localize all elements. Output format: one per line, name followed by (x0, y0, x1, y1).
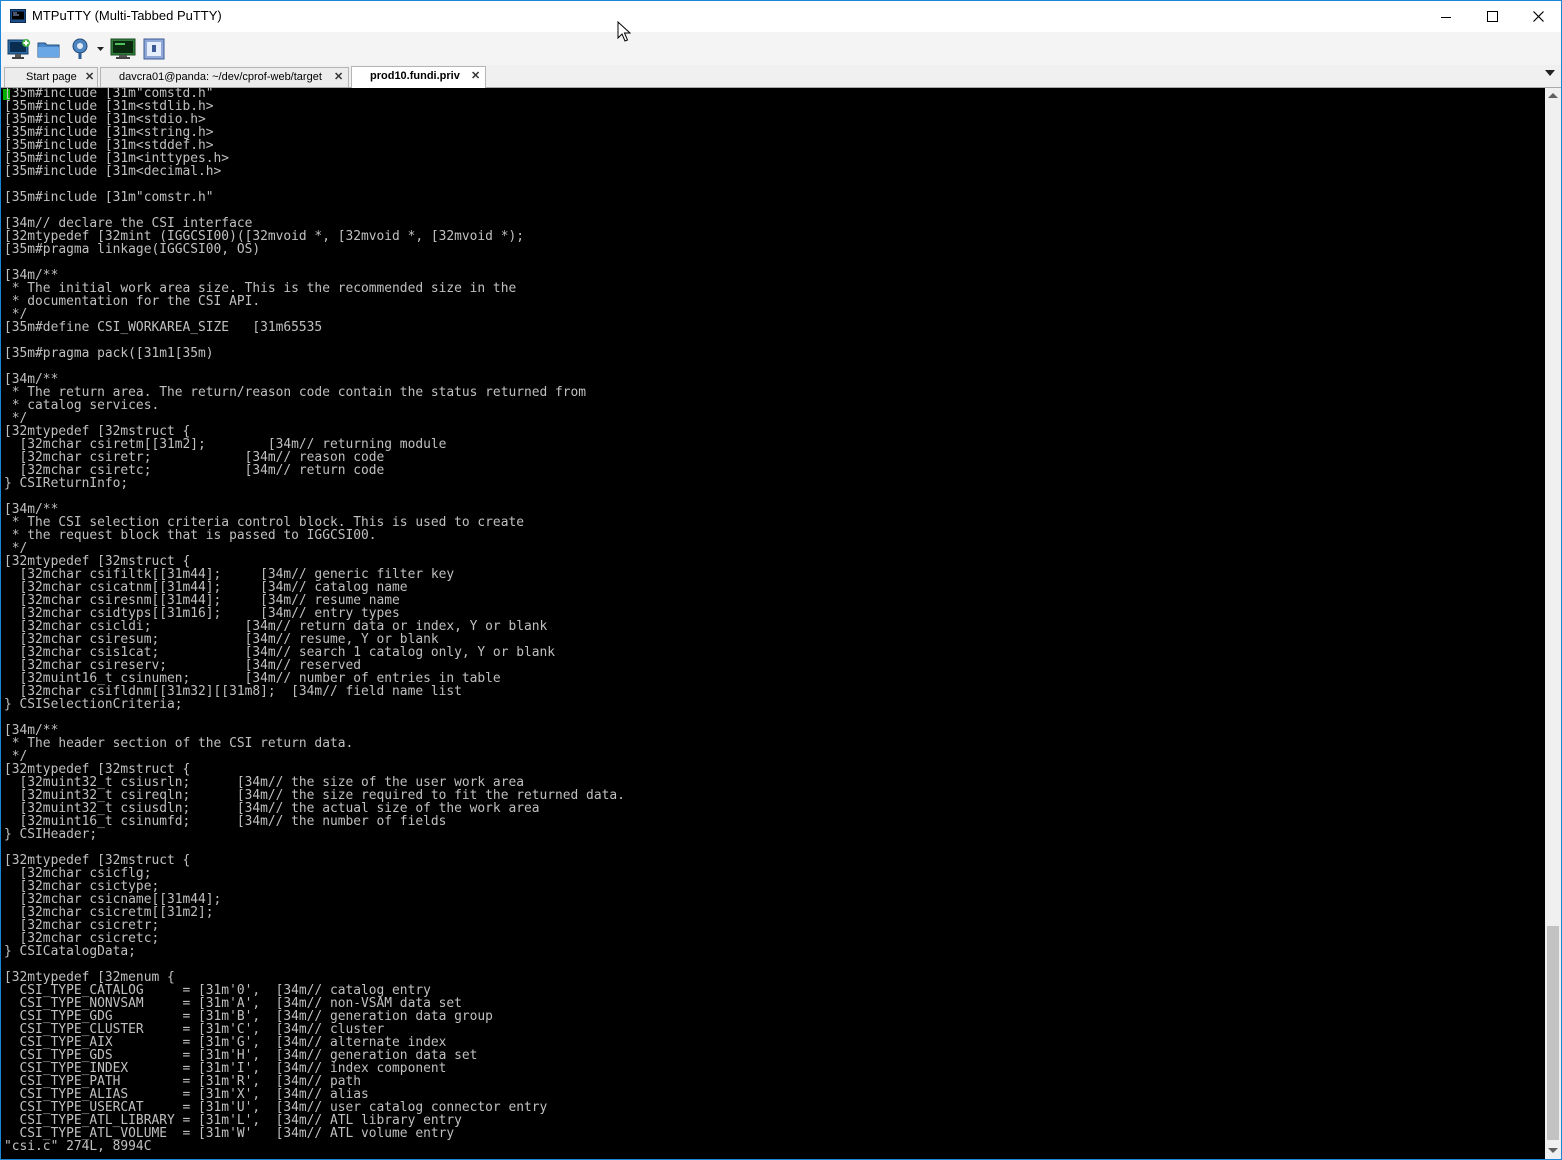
tab-start-page[interactable]: Start page ✕ (4, 67, 98, 87)
settings-dropdown-button[interactable] (93, 36, 107, 62)
tab-label: davcra01@panda: ~/dev/cprof-web/target (119, 71, 322, 83)
close-button[interactable] (1515, 1, 1561, 32)
scrollbar-thumb[interactable] (1547, 926, 1559, 1140)
settings-button[interactable] (67, 36, 93, 62)
terminal-line: * The header section of the CSI return d… (4, 736, 354, 751)
tab-close-icon[interactable]: ✕ (471, 69, 480, 82)
minimize-icon (1441, 16, 1451, 18)
terminal-line: [32muint16_t csinumfd; [34m// the number… (4, 814, 447, 829)
terminal-line: [35m#include [31m<decimal.h> (4, 164, 222, 179)
terminal-line: [35m#pragma pack([31m1[35m) (4, 346, 214, 361)
maximize-button[interactable] (1469, 1, 1515, 32)
tab-close-icon[interactable]: ✕ (334, 70, 343, 83)
putty-app-icon (10, 9, 26, 23)
terminal-button[interactable] (110, 36, 136, 62)
script-button[interactable] (141, 36, 167, 62)
tab-label: prod10.fundi.priv (370, 70, 460, 82)
settings-icon (72, 38, 88, 59)
window-title: MTPuTTY (Multi-Tabbed PuTTY) (32, 8, 222, 23)
terminal-line: "csi.c" 274L, 8994C (4, 1139, 152, 1154)
script-icon (143, 38, 165, 60)
vertical-scrollbar[interactable] (1545, 88, 1561, 1159)
terminal-line: [35m#pragma linkage(IGGCSI00, OS) (4, 242, 261, 257)
terminal-line: } CSIReturnInfo; (4, 476, 129, 491)
dropdown-arrow-icon (96, 46, 104, 51)
terminal-line: [35m#define CSI_WORKAREA_SIZE [31m65535 (4, 320, 323, 335)
terminal-text: [35m#include [31m"comstd.h" [35m#include … (4, 88, 625, 1159)
minimize-button[interactable] (1423, 1, 1469, 32)
open-folder-button[interactable] (36, 36, 62, 62)
tab-davcra01-panda[interactable]: davcra01@panda: ~/dev/cprof-web/target ✕ (100, 67, 349, 87)
app-window: MTPuTTY (Multi-Tabbed PuTTY) Start page … (0, 0, 1562, 1160)
open-folder-icon (37, 42, 60, 58)
tab-label: Start page (26, 71, 77, 83)
terminal-line: * catalog services. (4, 398, 160, 413)
scroll-up-icon[interactable] (1548, 93, 1558, 98)
terminal-line: * documentation for the CSI API. (4, 294, 261, 309)
tab-close-icon[interactable]: ✕ (85, 70, 94, 83)
terminal-line: * the request block that is passed to IG… (4, 528, 377, 543)
terminal-line: [35m#include [31m"comstr.h" (4, 190, 214, 205)
terminal-line: } CSISelectionCriteria; (4, 697, 183, 712)
scroll-down-icon[interactable] (1548, 1148, 1558, 1153)
terminal-line: } CSIHeader; (4, 827, 98, 842)
tab-bar: Start page ✕ davcra01@panda: ~/dev/cprof… (1, 65, 1561, 88)
new-session-button[interactable] (6, 36, 32, 62)
terminal-icon (110, 38, 136, 59)
tab-list-dropdown-icon[interactable] (1545, 70, 1555, 76)
terminal-line: } CSICatalogData; (4, 944, 136, 959)
tab-prod10-fundi-priv[interactable]: prod10.fundi.priv ✕ (351, 66, 486, 88)
close-icon (1532, 11, 1544, 22)
new-session-icon (7, 39, 30, 59)
toolbar (1, 32, 1561, 65)
mouse-pointer-icon (617, 21, 631, 42)
maximize-icon (1486, 11, 1498, 22)
terminal-output[interactable]: [35m#include [31m"comstd.h" [35m#include … (1, 88, 1545, 1159)
title-bar[interactable]: MTPuTTY (Multi-Tabbed PuTTY) (1, 1, 1561, 32)
